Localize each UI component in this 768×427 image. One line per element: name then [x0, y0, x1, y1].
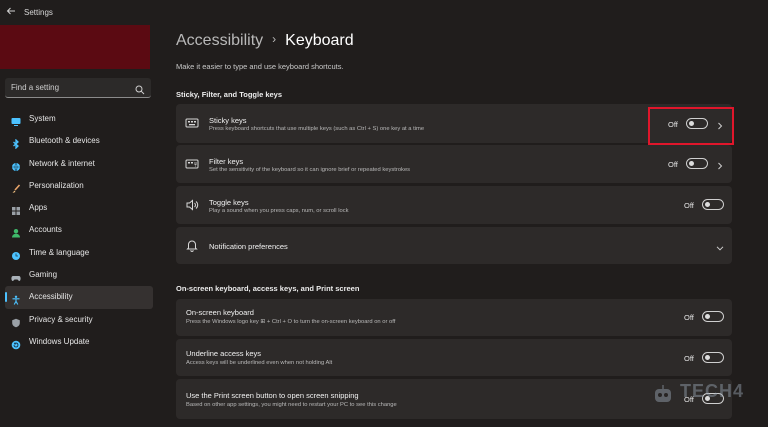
search-icon[interactable] — [135, 82, 145, 95]
underline-access-keys-state: Off — [684, 354, 694, 363]
sidebar-item-label: System — [29, 114, 56, 123]
breadcrumb-parent[interactable]: Accessibility — [176, 32, 263, 49]
title-bar: Settings — [0, 0, 768, 26]
wifi-icon — [11, 159, 21, 171]
gamepad-icon — [11, 270, 21, 282]
toggle-keys-description: Play a sound when you press caps, num, o… — [209, 208, 349, 214]
sidebar-item-label: Accounts — [29, 225, 62, 235]
toggle-keys-title: Toggle keys — [209, 198, 249, 207]
filter-keys-state: Off — [668, 160, 678, 169]
sidebar-item-network[interactable]: Network & internet — [5, 153, 153, 175]
onscreen-keyboard-card[interactable]: On-screen keyboard Press the Windows log… — [176, 299, 732, 336]
sidebar-item-personalization[interactable]: Personalization — [5, 175, 153, 197]
back-arrow-icon[interactable] — [6, 6, 18, 18]
update-icon — [11, 337, 21, 350]
sidebar-item-time-language[interactable]: Time & language — [5, 242, 153, 264]
filter-keys-toggle[interactable] — [686, 158, 708, 169]
app-title: Settings — [24, 8, 53, 17]
filter-keys-card[interactable]: Filter keys Set the sensitivity of the k… — [176, 145, 732, 183]
sidebar-item-label: Network & internet — [29, 158, 95, 168]
sidebar-item-accounts[interactable]: Accounts — [5, 219, 153, 241]
watermark-text: TECH4 — [680, 381, 745, 401]
sidebar-item-label: Time & language — [29, 247, 90, 257]
account-banner[interactable] — [0, 25, 150, 69]
chevron-down-icon[interactable] — [715, 240, 725, 251]
underline-access-keys-title: Underline access keys — [186, 349, 262, 358]
page-description: Make it easier to type and use keyboard … — [176, 62, 344, 71]
notification-preferences-card[interactable]: Notification preferences — [176, 227, 732, 264]
sidebar-item-label: Accessibility — [29, 292, 73, 302]
sidebar-item-label: Windows Update — [29, 336, 90, 346]
sidebar-nav: System Bluetooth & devices Network & int… — [5, 108, 153, 353]
onscreen-keyboard-state: Off — [684, 313, 694, 322]
sidebar-item-label: Apps — [29, 203, 48, 213]
sidebar-item-accessibility[interactable]: Accessibility — [5, 286, 153, 309]
filter-keys-title: Filter keys — [209, 157, 244, 166]
sticky-keys-title: Sticky keys — [209, 116, 247, 125]
monitor-icon — [11, 114, 21, 126]
notification-preferences-title: Notification preferences — [209, 242, 288, 251]
globe-clock-icon — [11, 248, 21, 260]
section-header: Sticky, Filter, and Toggle keys — [176, 90, 283, 99]
toggle-keys-state: Off — [684, 201, 694, 210]
underline-access-keys-toggle[interactable] — [702, 352, 724, 363]
active-indicator — [5, 292, 7, 303]
watermark-logo: TECH4 — [650, 380, 768, 410]
search-input[interactable]: Find a setting — [5, 78, 151, 98]
toggle-knob — [705, 355, 710, 360]
section-header: On-screen keyboard, access keys, and Pri… — [176, 284, 360, 293]
sidebar-item-system[interactable]: System — [5, 108, 153, 130]
sidebar-item-gaming[interactable]: Gaming — [5, 264, 153, 286]
onscreen-keyboard-description: Press the Windows logo key ⊞ + Ctrl + O … — [186, 319, 396, 325]
sticky-keys-icon — [185, 116, 199, 130]
print-screen-title: Use the Print screen button to open scre… — [186, 391, 359, 400]
print-screen-description: Based on other app settings, you might n… — [186, 402, 397, 408]
breadcrumb-separator: › — [272, 32, 277, 46]
sidebar-item-privacy[interactable]: Privacy & security — [5, 309, 153, 331]
onscreen-keyboard-title: On-screen keyboard — [186, 308, 254, 317]
toggle-knob — [705, 314, 710, 319]
underline-access-keys-card[interactable]: Underline access keys Access keys will b… — [176, 339, 732, 376]
toggle-knob — [705, 202, 710, 207]
shield-icon — [11, 315, 21, 327]
toggle-knob — [689, 161, 694, 166]
brush-icon — [11, 181, 21, 193]
sticky-keys-description: Press keyboard shortcuts that use multip… — [209, 126, 425, 132]
sidebar-item-label: Personalization — [29, 180, 84, 190]
bluetooth-icon — [11, 136, 21, 150]
search-placeholder: Find a setting — [11, 83, 60, 92]
sidebar-item-label: Privacy & security — [29, 314, 93, 324]
robot-logo-icon — [655, 385, 671, 402]
sidebar-item-bluetooth[interactable]: Bluetooth & devices — [5, 130, 153, 152]
sidebar-item-label: Gaming — [29, 270, 58, 280]
underline-access-keys-description: Access keys will be underlined even when… — [186, 360, 333, 366]
print-screen-card[interactable]: Use the Print screen button to open scre… — [176, 379, 732, 419]
bell-icon — [185, 238, 199, 252]
breadcrumb: Accessibility › Keyboard — [176, 32, 354, 50]
person-icon — [11, 225, 21, 238]
chevron-right-icon[interactable] — [715, 158, 725, 170]
highlight-box — [648, 107, 734, 145]
sidebar-item-apps[interactable]: Apps — [5, 197, 153, 219]
toggle-keys-toggle[interactable] — [702, 199, 724, 210]
apps-icon — [11, 203, 21, 216]
onscreen-keyboard-toggle[interactable] — [702, 311, 724, 322]
toggle-keys-card[interactable]: Toggle keys Play a sound when you press … — [176, 186, 732, 224]
page-title: Keyboard — [285, 32, 354, 49]
filter-keys-icon — [185, 157, 199, 171]
sidebar-item-windows-update[interactable]: Windows Update — [5, 331, 153, 353]
accessibility-icon — [11, 292, 21, 306]
speaker-icon — [185, 198, 199, 212]
filter-keys-description: Set the sensitivity of the keyboard so i… — [209, 167, 411, 173]
sidebar-item-label: Bluetooth & devices — [29, 136, 100, 146]
